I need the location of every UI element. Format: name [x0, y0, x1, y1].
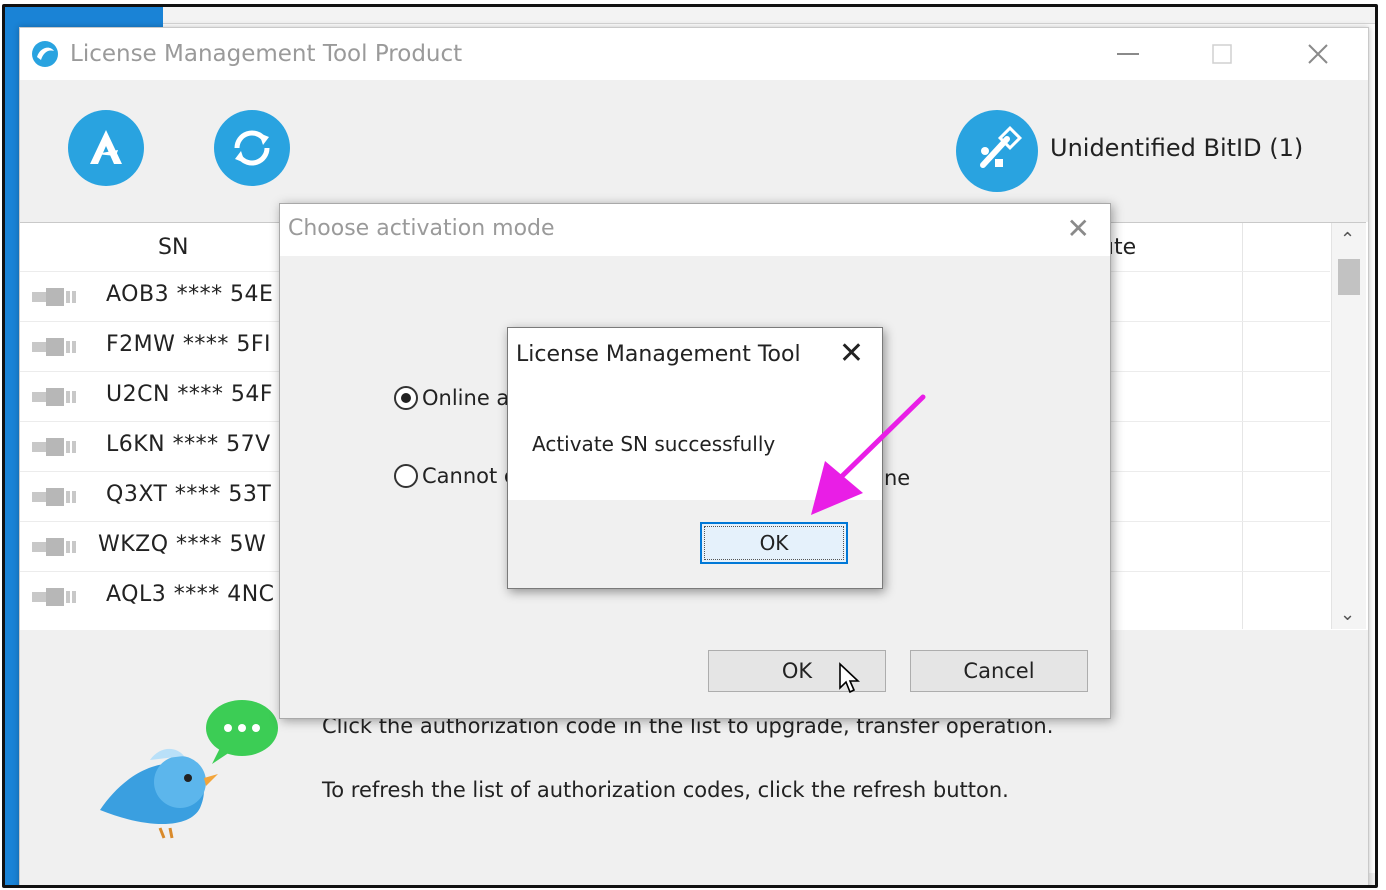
dialog-titlebar: Choose activation mode ✕	[280, 204, 1110, 256]
usb-key-icon	[32, 388, 76, 406]
message-text: Activate SN successfully	[532, 432, 776, 456]
close-icon[interactable]: ✕	[1067, 212, 1090, 245]
sn-column-header[interactable]: SN	[158, 235, 188, 260]
radio-button-checked[interactable]	[394, 386, 418, 410]
chevron-down-icon[interactable]: ⌄	[1340, 604, 1355, 625]
minimize-icon	[1117, 53, 1139, 55]
app-logo-icon	[32, 41, 58, 67]
usb-key-icon	[32, 488, 76, 506]
close-icon[interactable]: ✕	[839, 336, 864, 371]
radio-offline-activation[interactable]: Cannot c	[394, 464, 515, 488]
usb-key-icon	[32, 288, 76, 306]
dialog-title: Choose activation mode	[288, 216, 555, 241]
usb-key-icon	[32, 588, 76, 606]
close-button[interactable]	[1298, 36, 1338, 72]
background-window-strip	[163, 7, 1375, 24]
minimize-button[interactable]	[1108, 36, 1148, 72]
maximize-icon	[1212, 44, 1232, 64]
activate-icon	[90, 130, 122, 164]
message-box-title: License Management Tool	[516, 342, 801, 367]
sn-value: Q3XT **** 53T	[106, 482, 272, 507]
info-text-refresh: To refresh the list of authorization cod…	[322, 778, 1009, 802]
radio-offline-label: Cannot c	[422, 464, 516, 488]
radio-button[interactable]	[394, 464, 418, 488]
usb-key-icon	[32, 538, 76, 556]
close-icon	[1308, 44, 1328, 64]
sn-value: U2CN **** 54F	[106, 382, 274, 407]
chevron-up-icon[interactable]: ⌃	[1340, 229, 1355, 250]
scroll-thumb[interactable]	[1338, 259, 1360, 295]
activate-button[interactable]	[68, 110, 144, 186]
radio-online-label: Online a	[422, 386, 510, 410]
radio-online-activation[interactable]: Online a	[394, 386, 509, 410]
bitid-label: Unidentified BitID (1)	[1050, 134, 1304, 162]
usb-device-button[interactable]	[956, 110, 1038, 192]
screenshot-frame: Music License Management Tool Product	[2, 4, 1378, 888]
sn-value: WKZQ **** 5W	[98, 532, 267, 557]
toolbar: Unidentified BitID (1)	[20, 80, 1368, 222]
annotation-arrow-icon	[811, 394, 926, 515]
main-titlebar: License Management Tool Product	[20, 28, 1368, 80]
sn-value: AOB3 **** 54E	[106, 282, 274, 307]
usb-icon	[980, 125, 1023, 168]
usb-key-icon	[32, 338, 76, 356]
list-scrollbar[interactable]: ⌃ ⌄	[1331, 223, 1366, 629]
refresh-icon	[234, 130, 270, 166]
sn-value: F2MW **** 5FI	[106, 332, 272, 357]
sn-value: L6KN **** 57V	[106, 432, 271, 457]
main-window-title: License Management Tool Product	[70, 41, 463, 67]
message-ok-button[interactable]: OK	[700, 522, 848, 564]
bird-mascot-icon	[100, 700, 278, 839]
maximize-button[interactable]	[1202, 36, 1242, 72]
usb-key-icon	[32, 438, 76, 456]
focus-ring	[704, 526, 844, 560]
cancel-button[interactable]: Cancel	[910, 650, 1088, 692]
sn-value: AQL3 **** 4NC	[106, 582, 275, 607]
mouse-cursor-icon	[839, 662, 860, 694]
refresh-button[interactable]	[214, 110, 290, 186]
